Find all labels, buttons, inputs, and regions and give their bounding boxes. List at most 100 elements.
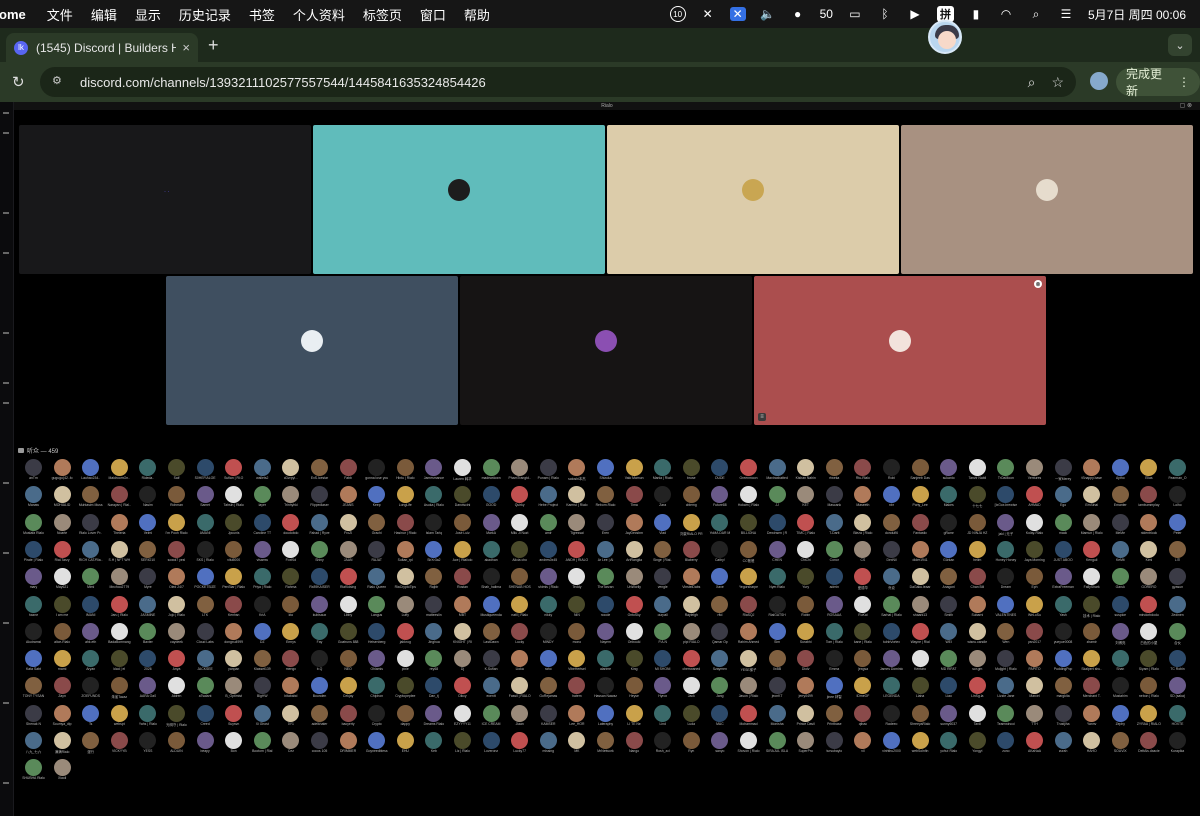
audience-member[interactable]: Lucky77	[506, 732, 535, 753]
audience-member[interactable]: CC爸爸	[735, 540, 764, 563]
audience-member[interactable]: rftd	[706, 595, 735, 617]
profile-icon[interactable]	[1090, 72, 1108, 90]
audience-member[interactable]: WeLoSu	[1021, 595, 1050, 617]
audience-member[interactable]: Mania | Rialo	[649, 459, 678, 480]
rail-item[interactable]	[3, 382, 9, 384]
audience-member[interactable]: Anagoni	[935, 568, 964, 589]
audience-member[interactable]: Tom | Rialo	[821, 622, 850, 644]
audience-member[interactable]: VICKYYB	[106, 732, 135, 753]
audience-member[interactable]: Yannv	[1078, 704, 1107, 726]
audience-member[interactable]: ShreeyaRialo	[907, 704, 936, 726]
audience-member[interactable]: tSnappy.base	[1078, 459, 1107, 480]
audience-member[interactable]: Loveronz	[478, 732, 507, 753]
audience-member[interactable]: admin	[821, 568, 850, 589]
menu-bookmarks[interactable]: 书签	[240, 5, 284, 24]
audience-member[interactable]: Soumya_dip	[49, 704, 78, 726]
audience-member[interactable]: Ryn	[678, 732, 707, 753]
audience-member[interactable]: tursubaylo	[821, 732, 850, 753]
audience-member[interactable]: Baxter	[134, 622, 163, 644]
audience-member[interactable]: Blaberry	[678, 540, 707, 562]
audience-member[interactable]: Ego	[1050, 486, 1079, 507]
audience-member[interactable]: Shan	[1107, 650, 1136, 671]
audience-member[interactable]: madewdown	[478, 459, 507, 480]
audience-member[interactable]: Diolv	[792, 650, 821, 671]
audience-member[interactable]: aTsalant	[192, 677, 221, 698]
audience-member[interactable]: Onbouki	[621, 622, 650, 644]
audience-member[interactable]: Singe | Rial..	[649, 540, 678, 562]
audience-member[interactable]: Tahsin | Rialo	[220, 486, 249, 507]
audience-member[interactable]: ZYRAA | RIALO	[1135, 704, 1164, 726]
audience-member[interactable]: Oled 24/7	[163, 568, 192, 589]
audience-member[interactable]: KeMit	[1107, 540, 1136, 562]
audience-member[interactable]: Eren	[592, 513, 621, 535]
audience-member[interactable]: ecentt	[478, 677, 507, 698]
audience-member[interactable]: nikky	[535, 595, 564, 617]
audience-member[interactable]: Hassan Nawaz	[592, 677, 621, 698]
audience-member[interactable]: Robin	[792, 595, 821, 617]
audience-member[interactable]: ZOEFUNDS	[77, 677, 106, 698]
audience-member[interactable]: Creed	[192, 704, 221, 726]
audience-member[interactable]: UnWorlly	[621, 568, 650, 589]
audience-member[interactable]: Ts	[77, 704, 106, 726]
audience-member[interactable]: Samet	[192, 486, 221, 507]
audience-member[interactable]: SHENAB HOS	[506, 568, 535, 589]
audience-member[interactable]: margkita	[1050, 677, 1079, 698]
audience-member[interactable]: JACKSEE	[192, 650, 221, 671]
audience-member[interactable]: Noarte	[49, 513, 78, 535]
audience-member[interactable]: Tigressai	[563, 513, 592, 535]
audience-member[interactable]: 乔克	[878, 568, 907, 590]
audience-member[interactable]: Monisha	[764, 704, 793, 726]
audience-member[interactable]: sukanto	[935, 459, 964, 480]
audience-member[interactable]: amir	[535, 513, 564, 535]
kebab-menu-icon[interactable]: ⋮	[1178, 75, 1190, 89]
audience-member[interactable]: IDmeOF	[849, 677, 878, 698]
audience-member[interactable]: RICH CAT/Ria..	[77, 540, 106, 562]
audience-member[interactable]: LI TE Ne	[621, 704, 650, 726]
audience-member[interactable]: Surabhi	[792, 622, 821, 644]
audience-member[interactable]: tulnbVortex	[878, 622, 907, 644]
speaker-tile[interactable]	[166, 276, 458, 425]
audience-member[interactable]: nebon | Rialo	[1135, 677, 1164, 698]
audience-member[interactable]: AARA Oa0	[134, 677, 163, 698]
audience-member[interactable]: Radeeo	[878, 704, 907, 726]
audience-member[interactable]: RialGATSH	[764, 595, 793, 617]
audience-member[interactable]: Islam Tariq	[420, 513, 449, 535]
audience-member[interactable]: Ar Lee | Al	[592, 540, 621, 562]
audience-member[interactable]: Robi	[878, 459, 907, 480]
audience-member[interactable]: Lucky	[506, 622, 535, 644]
audience-member[interactable]: Jang	[706, 677, 735, 698]
audience-member[interactable]: 朱雀Tazaz	[106, 677, 135, 699]
speaker-tile[interactable]	[901, 125, 1193, 274]
audience-member[interactable]: Lauhao234..	[77, 459, 106, 480]
audience-member[interactable]: Xaxe	[706, 568, 735, 589]
audience-member[interactable]: TIMC | Rialo	[792, 513, 821, 535]
audience-member[interactable]: I am me	[49, 595, 78, 617]
audience-member[interactable]: nbr	[878, 486, 907, 507]
audience-member[interactable]: PenStar | Rialo	[220, 568, 249, 589]
audience-member[interactable]: Qamar Op	[706, 622, 735, 644]
rail-item[interactable]	[3, 552, 9, 554]
audience-member[interactable]: Merchant T.	[1078, 677, 1107, 698]
speaker-tile[interactable]	[460, 276, 752, 425]
audience-member[interactable]: Shovon | Rialo	[735, 732, 764, 753]
audience-member[interactable]: alice-Rialo	[49, 622, 78, 644]
audience-member[interactable]: jabkrog	[392, 622, 421, 644]
audience-member[interactable]: Kamrul | Rialo	[563, 486, 592, 507]
audience-member[interactable]: James Dominic	[878, 650, 907, 671]
audience-member[interactable]: Rahma	[277, 568, 306, 589]
play-icon[interactable]: ▶	[907, 7, 923, 21]
audience-member[interactable]: 满满Rialo	[49, 732, 78, 754]
audience-member[interactable]: Keb	[420, 732, 449, 753]
audience-member[interactable]: I'm Pooh Rialo	[163, 513, 192, 535]
audience-member[interactable]: ANDH | RIALO	[563, 540, 592, 562]
audience-member[interactable]: Kata Sabt	[20, 650, 49, 671]
audience-member[interactable]: Teddy	[563, 568, 592, 589]
audience-member[interactable]: SirXr3a2	[420, 540, 449, 562]
audience-member[interactable]: Tima	[621, 486, 650, 507]
audience-member[interactable]: PhamTrangtd..	[506, 459, 535, 480]
audience-member[interactable]: gugugu(42..fo	[49, 459, 78, 480]
audience-member[interactable]: noode	[592, 595, 621, 617]
audience-member[interactable]: pixie	[392, 650, 421, 671]
audience-member[interactable]: RAJAT	[363, 540, 392, 562]
audience-member[interactable]: PAPITO	[1021, 650, 1050, 671]
